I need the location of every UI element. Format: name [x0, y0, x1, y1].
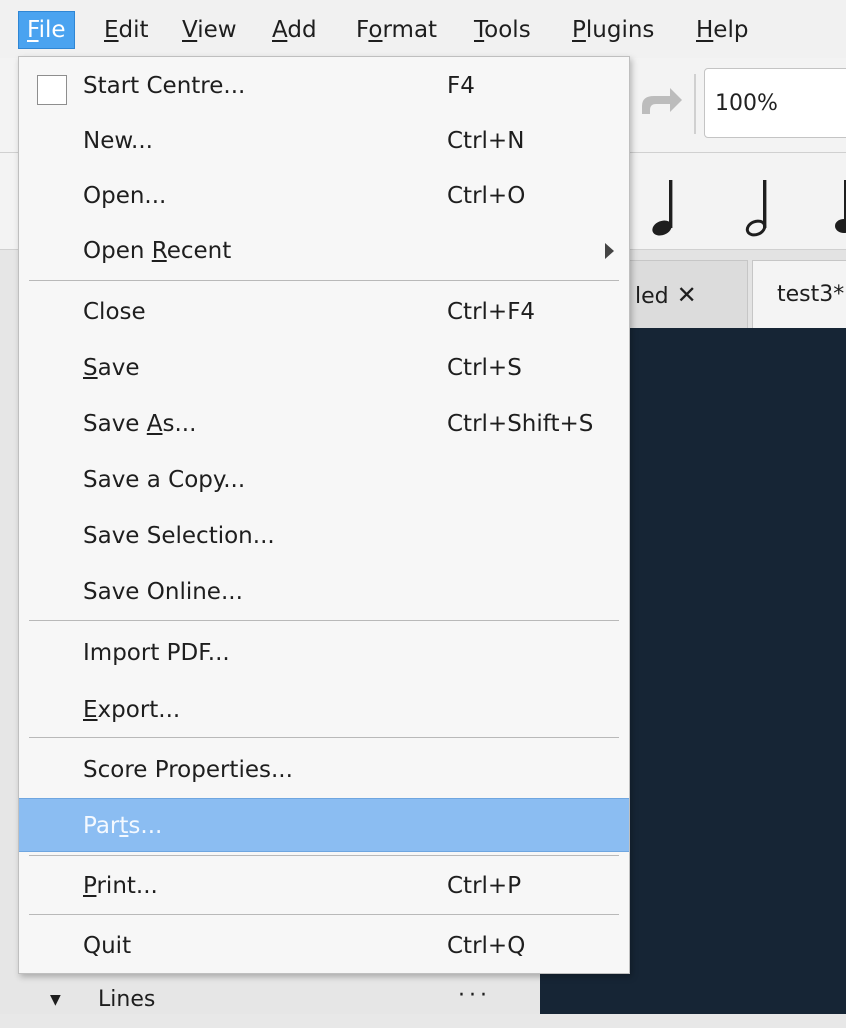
menu-bar: File Edit View Add Format Tools Plugins … — [0, 0, 846, 59]
toolbar-separator — [694, 74, 696, 134]
zoom-field[interactable]: 100% — [704, 68, 846, 138]
menu-format[interactable]: Format — [356, 12, 437, 48]
tab-test3[interactable]: test3* — [752, 260, 846, 328]
menu-item-print[interactable]: Print... Ctrl+P — [19, 859, 629, 913]
more-options-icon[interactable]: ··· — [458, 968, 491, 1024]
palette-lines[interactable]: ▼ Lines ··· — [0, 972, 540, 1014]
menu-separator — [29, 855, 619, 856]
menu-item-open[interactable]: Open... Ctrl+O — [19, 169, 629, 223]
menu-separator — [29, 280, 619, 281]
file-menu-dropdown: Start Centre... F4 New... Ctrl+N Open...… — [18, 56, 630, 974]
whole-note-icon[interactable] — [828, 178, 846, 238]
menu-plugins[interactable]: Plugins — [572, 12, 654, 48]
menu-edit[interactable]: Edit — [104, 12, 149, 48]
menu-separator — [29, 914, 619, 915]
menu-item-close[interactable]: Close Ctrl+F4 — [19, 285, 629, 339]
menu-item-save-selection[interactable]: Save Selection... — [19, 509, 629, 563]
menu-separator — [29, 737, 619, 738]
menu-item-save[interactable]: Save Ctrl+S — [19, 341, 629, 395]
expand-arrow-icon[interactable]: ▼ — [50, 972, 61, 1028]
menu-view[interactable]: View — [182, 12, 237, 48]
menu-item-quit[interactable]: Quit Ctrl+Q — [19, 919, 629, 973]
menu-help[interactable]: Help — [696, 12, 748, 48]
menu-item-import-pdf[interactable]: Import PDF... — [19, 626, 629, 680]
menu-item-save-as[interactable]: Save As... Ctrl+Shift+S — [19, 397, 629, 451]
menu-item-save-copy[interactable]: Save a Copy... — [19, 453, 629, 507]
menu-item-export[interactable]: Export... — [19, 683, 629, 737]
close-icon[interactable]: ✕ — [677, 261, 697, 329]
menu-item-save-online[interactable]: Save Online... — [19, 565, 629, 619]
menu-item-open-recent[interactable]: Open Recent — [19, 224, 629, 278]
menu-add[interactable]: Add — [272, 12, 317, 48]
quarter-note-icon[interactable] — [650, 178, 684, 238]
checkbox-icon[interactable] — [37, 75, 67, 105]
submenu-arrow-icon — [605, 243, 614, 259]
menu-item-parts[interactable]: Parts... — [19, 798, 629, 852]
menu-tools[interactable]: Tools — [474, 12, 531, 48]
redo-icon[interactable] — [640, 86, 684, 120]
menu-item-score-properties[interactable]: Score Properties... — [19, 743, 629, 797]
half-note-icon[interactable] — [744, 178, 778, 238]
menu-item-new[interactable]: New... Ctrl+N — [19, 114, 629, 168]
menu-item-start-centre[interactable]: Start Centre... F4 — [19, 59, 629, 113]
menu-file[interactable]: File — [18, 11, 75, 49]
menu-separator — [29, 620, 619, 621]
